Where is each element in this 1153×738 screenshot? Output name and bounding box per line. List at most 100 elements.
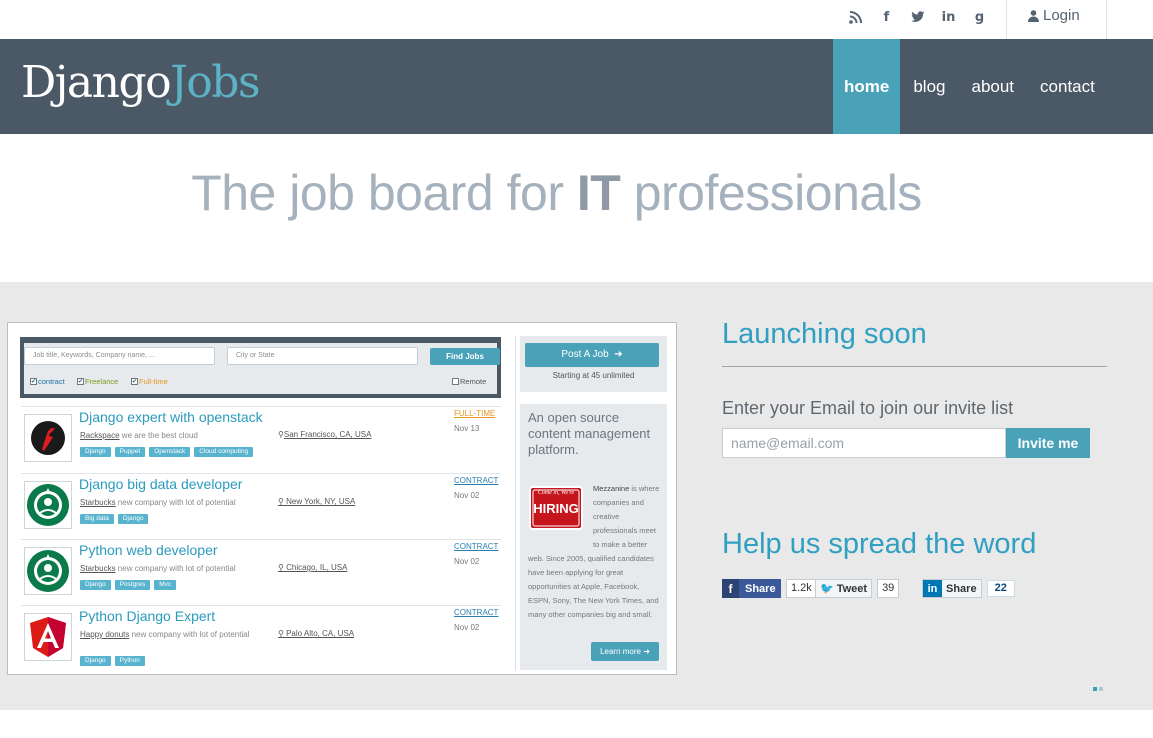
facebook-share-button[interactable]: f Share bbox=[722, 579, 781, 598]
company-logo-starbucks bbox=[24, 547, 72, 595]
topbar-divider bbox=[1106, 0, 1107, 39]
location-text: Chicago, IL, USA bbox=[286, 563, 348, 572]
hero: The job board for IT professionals bbox=[0, 134, 1153, 282]
job-tags: Django Puppet Openstack Cloud computing bbox=[80, 447, 254, 457]
tweet-count: 39 bbox=[877, 579, 900, 598]
post-job-label: Post A Job bbox=[561, 349, 609, 360]
navbar: DjangoJobs home blog about contact bbox=[0, 39, 1153, 134]
job-title[interactable]: Django big data developer bbox=[79, 476, 242, 492]
checkbox-icon: ✔ bbox=[30, 378, 37, 385]
linkedin-icon[interactable]: in bbox=[933, 6, 964, 28]
filter-label: Remote bbox=[460, 377, 487, 386]
linkedin-share: in Share 22 bbox=[922, 579, 1015, 598]
nav-blog[interactable]: blog bbox=[900, 39, 958, 134]
job-tags: Django Postgres Mvc bbox=[80, 580, 177, 590]
brand-logo[interactable]: DjangoJobs bbox=[21, 61, 261, 105]
job-title[interactable]: Python web developer bbox=[79, 542, 218, 558]
tag[interactable]: Postgres bbox=[114, 580, 151, 590]
tag[interactable]: Big data bbox=[80, 514, 114, 524]
hiring-sign-bottom: HIRING bbox=[533, 501, 579, 516]
email-input[interactable]: name@email.com bbox=[722, 428, 1006, 458]
ad-brand: Mezzanine bbox=[593, 484, 630, 493]
company-name[interactable]: Starbucks bbox=[80, 564, 116, 573]
job-title[interactable]: Django expert with openstack bbox=[79, 409, 263, 425]
invite-button[interactable]: Invite me bbox=[1006, 428, 1090, 458]
tag[interactable]: Django bbox=[117, 514, 149, 524]
nav-contact[interactable]: contact bbox=[1027, 39, 1108, 134]
pin-icon: ⚲ bbox=[278, 629, 287, 638]
hiring-sign-top: Come in, We're bbox=[537, 490, 575, 496]
job-location[interactable]: ⚲ Chicago, IL, USA bbox=[278, 563, 347, 572]
twitter-icon[interactable] bbox=[902, 6, 933, 28]
pin-icon: ⚲ bbox=[278, 497, 287, 506]
nav-home[interactable]: home bbox=[833, 39, 901, 134]
job-company: Rackspace we are the best cloud bbox=[80, 429, 198, 442]
keywords-input[interactable]: Job title, Keywords, Company name, ... bbox=[24, 347, 215, 365]
job-row[interactable]: Python web developer Starbucks new compa… bbox=[21, 539, 501, 605]
job-type[interactable]: CONTRACT bbox=[454, 476, 498, 485]
main-nav: home blog about contact bbox=[833, 39, 1108, 134]
facebook-share: f Share 1.2k bbox=[722, 579, 817, 598]
tag[interactable]: Puppet bbox=[114, 447, 146, 457]
tag[interactable]: Django bbox=[80, 580, 111, 590]
job-type[interactable]: CONTRACT bbox=[454, 542, 498, 551]
product-screenshot: Job title, Keywords, Company name, ... C… bbox=[7, 322, 677, 675]
filter-remote[interactable]: Remote bbox=[452, 377, 486, 386]
job-row[interactable]: Django big data developer Starbucks new … bbox=[21, 473, 501, 539]
company-desc: we are the best cloud bbox=[119, 431, 198, 440]
job-location[interactable]: ⚲ Palo Alto, CA, USA bbox=[278, 629, 354, 638]
rss-icon[interactable] bbox=[840, 6, 871, 28]
facebook-icon[interactable]: f bbox=[871, 6, 902, 28]
post-job-subtitle: Starting at 45 unlimited bbox=[552, 371, 635, 380]
main-section: Job title, Keywords, Company name, ... C… bbox=[0, 282, 1153, 710]
city-input[interactable]: City or State bbox=[227, 347, 418, 365]
brand-part-2: Jobs bbox=[170, 57, 260, 108]
job-row[interactable]: Django expert with openstack Rackspace w… bbox=[21, 406, 501, 472]
job-location[interactable]: ⚲ San Francisco, CA, USA bbox=[278, 430, 371, 439]
tag[interactable]: Python bbox=[114, 656, 145, 666]
top-bar: f in g Login bbox=[0, 0, 1153, 39]
tag[interactable]: Cloud computing bbox=[194, 447, 254, 457]
job-tags: Django Python bbox=[80, 656, 145, 666]
invite-label: Enter your Email to join our invite list bbox=[722, 398, 1014, 418]
job-title[interactable]: Python Django Expert bbox=[79, 608, 215, 624]
learn-more-button[interactable]: Learn more ➜ bbox=[591, 642, 659, 661]
topbar-divider bbox=[1006, 0, 1007, 39]
job-search-box: Job title, Keywords, Company name, ... C… bbox=[20, 337, 501, 398]
job-type[interactable]: CONTRACT bbox=[454, 608, 498, 617]
post-job-box: Post A Job ➜ Starting at 45 unlimited bbox=[520, 336, 667, 392]
checkbox-icon: ✔ bbox=[131, 378, 138, 385]
find-jobs-button[interactable]: Find Jobs bbox=[430, 348, 500, 365]
company-desc: new company with lot of potential bbox=[115, 498, 236, 507]
filter-freelance[interactable]: ✔ Freelance bbox=[77, 377, 118, 386]
job-location[interactable]: ⚲ New York, NY, USA bbox=[278, 497, 355, 506]
job-row[interactable]: Python Django Expert Happy donuts new co… bbox=[21, 605, 501, 671]
tag[interactable]: Openstack bbox=[149, 447, 191, 457]
tweet-label: Tweet bbox=[836, 582, 868, 595]
tweet-button[interactable]: 🐦 Tweet bbox=[815, 579, 873, 598]
carousel-dot[interactable] bbox=[1099, 687, 1103, 691]
ad-title: An open source content management platfo… bbox=[528, 410, 651, 457]
company-name[interactable]: Rackspace bbox=[80, 431, 120, 440]
social-links: f in g bbox=[840, 6, 995, 28]
tag[interactable]: Django bbox=[80, 656, 111, 666]
company-logo-rackspace bbox=[24, 414, 72, 462]
spread-title: Help us spread the word bbox=[722, 528, 1037, 560]
tag[interactable]: Django bbox=[80, 447, 111, 457]
linkedin-share-button[interactable]: in Share bbox=[922, 579, 982, 598]
company-name[interactable]: Happy donuts bbox=[80, 630, 129, 639]
filter-full-time[interactable]: ✔ Full-time bbox=[131, 377, 168, 386]
company-name[interactable]: Starbucks bbox=[80, 498, 116, 507]
screenshot-sidebar: Post A Job ➜ Starting at 45 unlimited An… bbox=[515, 336, 667, 671]
checkbox-icon: ✔ bbox=[77, 378, 84, 385]
hero-title-pre: The job board for bbox=[191, 165, 577, 221]
post-job-button[interactable]: Post A Job ➜ bbox=[525, 343, 659, 367]
carousel-dot[interactable] bbox=[1093, 687, 1097, 691]
nav-about[interactable]: about bbox=[958, 39, 1027, 134]
tag[interactable]: Mvc bbox=[154, 580, 177, 590]
job-type[interactable]: FULL-TIME bbox=[454, 409, 495, 418]
google-plus-icon[interactable]: g bbox=[964, 6, 995, 28]
filter-contract[interactable]: ✔ contract bbox=[30, 377, 65, 386]
filter-label: contract bbox=[38, 377, 65, 386]
login-link[interactable]: Login bbox=[1028, 7, 1080, 24]
